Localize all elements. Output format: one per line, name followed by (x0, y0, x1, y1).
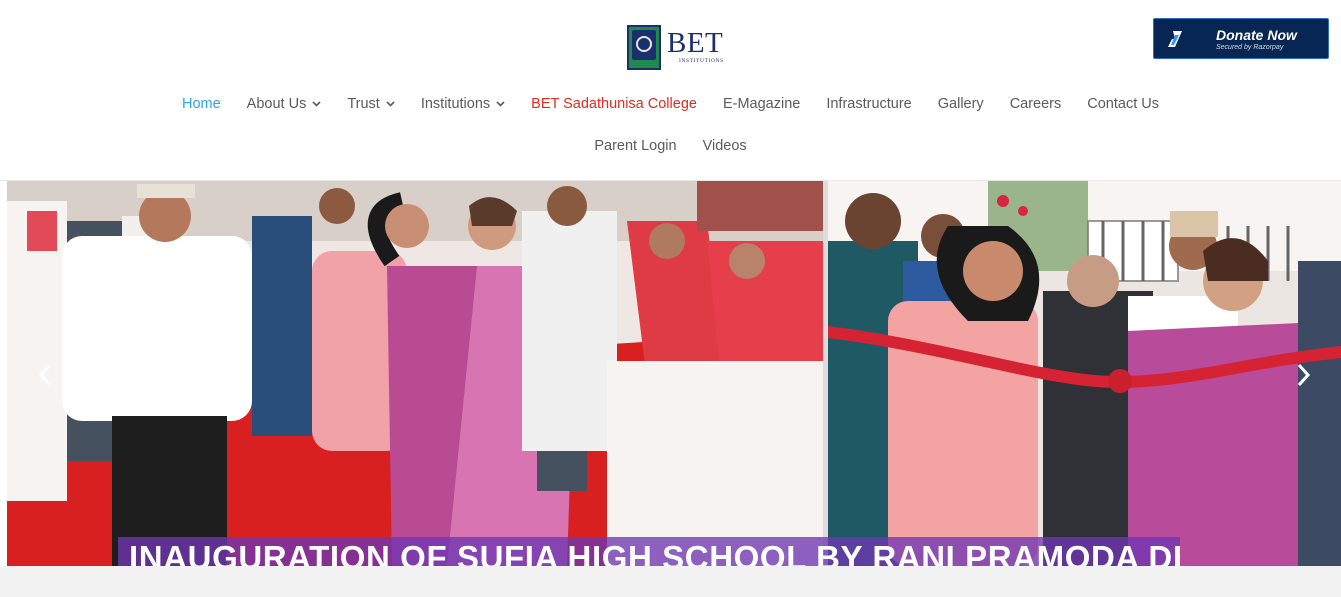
nav-videos[interactable]: Videos (703, 136, 747, 156)
slide-caption: INAUGURATION OF SUFIA HIGH SCHOOL BY RAN… (118, 537, 1180, 566)
logo-title: BET (667, 27, 724, 59)
nav-institutions[interactable]: Institutions (421, 94, 505, 114)
chevron-down-icon (312, 101, 321, 107)
chevron-down-icon (386, 101, 395, 107)
nav-label: Parent Login (594, 138, 677, 154)
secondary-nav-row: Parent Login Videos (0, 136, 1341, 156)
nav-label: Institutions (420, 96, 491, 112)
nav-label: Careers (1009, 96, 1062, 112)
nav-careers[interactable]: Careers (1010, 94, 1062, 114)
content-band (0, 566, 1341, 597)
logo-subtitle: INSTITUTIONS (679, 58, 724, 64)
main-nav: Home About Us Trust Institutions BET Sad… (0, 94, 1341, 114)
nav-bet-sadathunisa-college[interactable]: BET Sadathunisa College (531, 94, 697, 114)
nav-label: Contact Us (1087, 96, 1159, 112)
nav-contact-us[interactable]: Contact Us (1087, 94, 1159, 114)
nav-label: Infrastructure (826, 96, 912, 112)
nav-e-magazine[interactable]: E-Magazine (723, 94, 800, 114)
nav-trust[interactable]: Trust (347, 94, 395, 114)
slide-caption-text: INAUGURATION OF SUFIA HIGH SCHOOL BY RAN… (129, 539, 1180, 566)
slide-photo-walkway (7, 181, 823, 566)
nav-about-us[interactable]: About Us (247, 94, 322, 114)
slider-prev-button[interactable] (35, 363, 55, 391)
slider-next-button[interactable] (1294, 363, 1314, 391)
nav-home[interactable]: Home (182, 94, 221, 114)
nav-label: Videos (702, 138, 747, 154)
nav-parent-login[interactable]: Parent Login (594, 136, 676, 156)
nav-label: Trust (347, 96, 380, 112)
chevron-right-icon (1297, 363, 1311, 392)
bet-emblem-icon (627, 25, 661, 70)
hero-slider[interactable]: INAUGURATION OF SUFIA HIGH SCHOOL BY RAN… (7, 181, 1341, 566)
nav-gallery[interactable]: Gallery (938, 94, 984, 114)
bet-logo[interactable]: BET INSTITUTIONS (627, 25, 724, 71)
chevron-left-icon (38, 363, 52, 392)
slide-photo-ribbon-cutting (828, 181, 1341, 566)
donate-now-button[interactable]: Donate Now Secured by Razorpay (1153, 18, 1329, 59)
razorpay-icon (1154, 19, 1196, 58)
nav-label: Home (181, 96, 221, 112)
nav-infrastructure[interactable]: Infrastructure (826, 94, 911, 114)
nav-label: About Us (246, 96, 307, 112)
donate-subtitle: Secured by Razorpay (1216, 43, 1284, 51)
donate-title: Donate Now (1216, 26, 1297, 43)
chevron-down-icon (496, 101, 505, 107)
nav-label: Gallery (937, 96, 984, 112)
nav-label: BET Sadathunisa College (531, 96, 697, 112)
site-header: BET INSTITUTIONS Donate Now Secured by R… (0, 0, 1341, 181)
nav-label: E-Magazine (722, 96, 801, 112)
